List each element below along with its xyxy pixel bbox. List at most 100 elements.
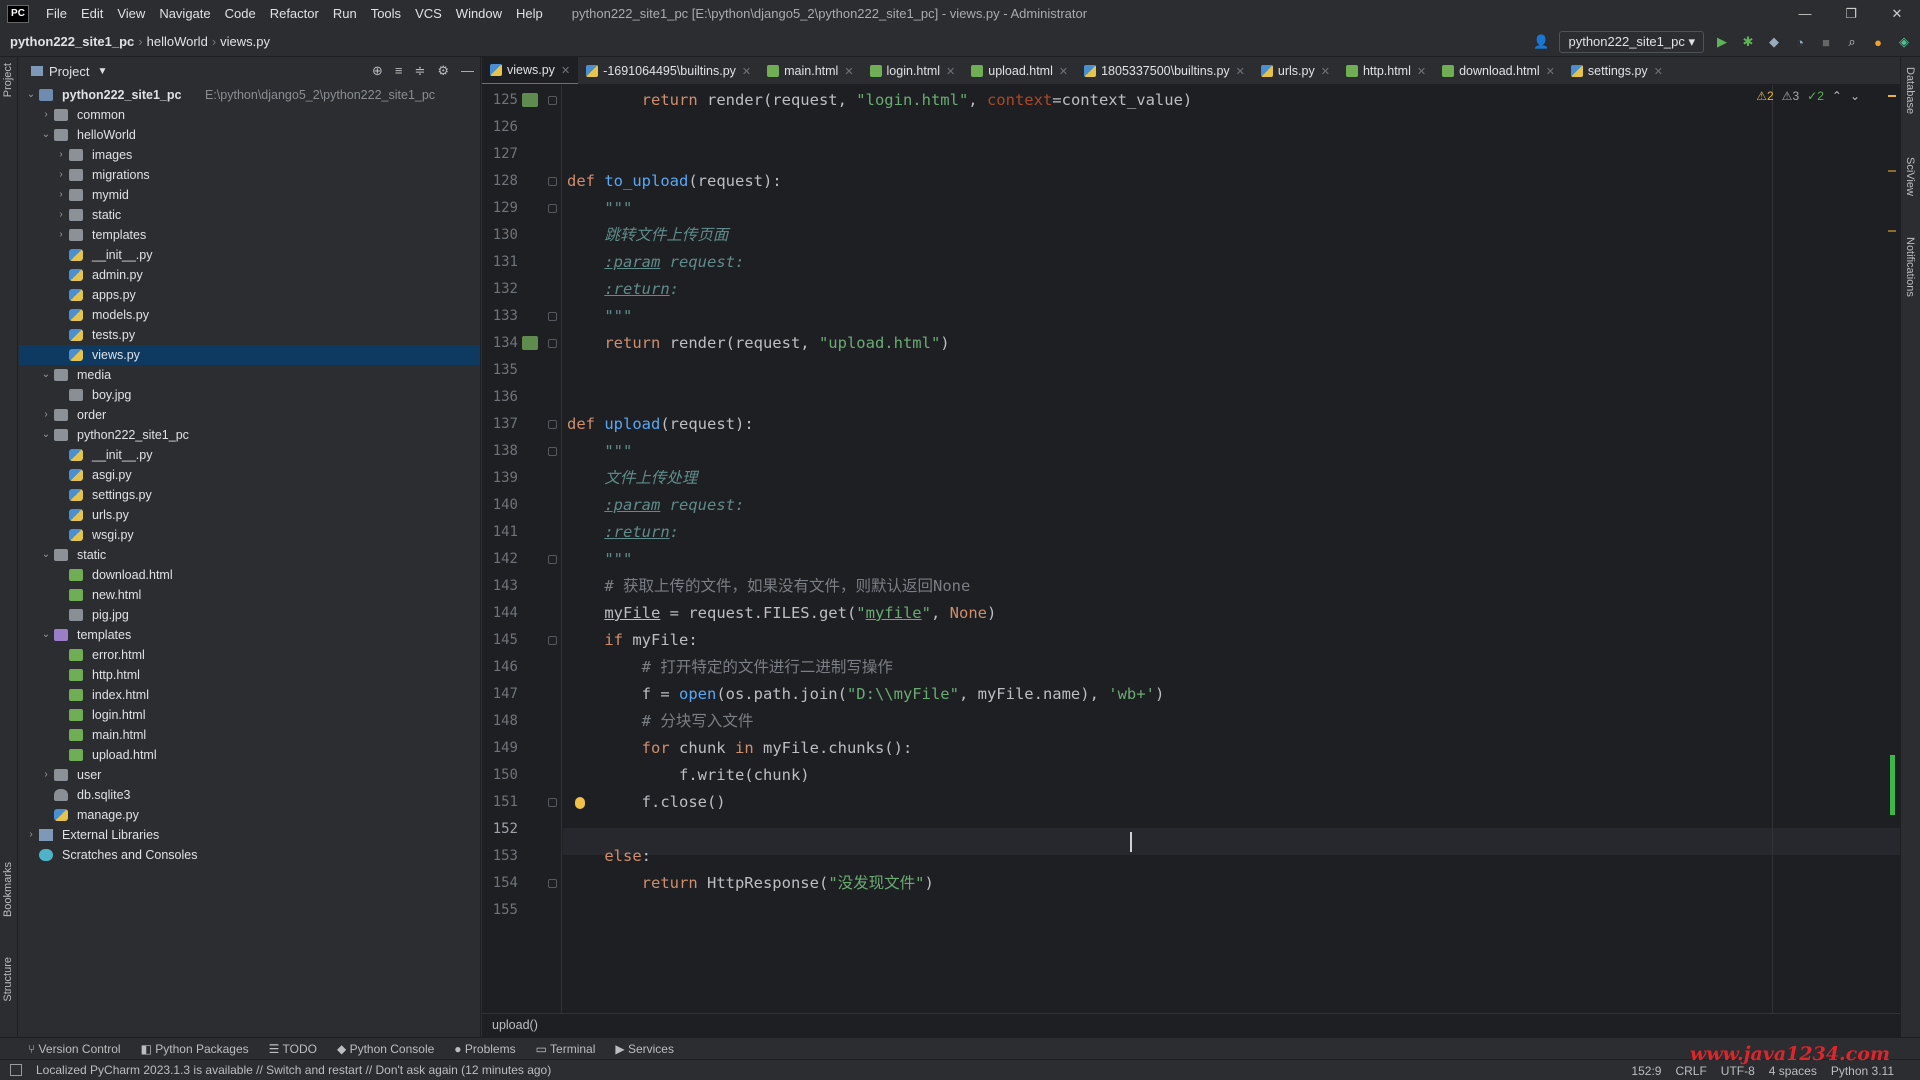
fold-marker-icon[interactable] — [548, 339, 557, 348]
profile-icon[interactable]: ◔ — [1792, 34, 1808, 50]
caret-position[interactable]: 152:9 — [1631, 1064, 1661, 1078]
tree-item[interactable]: › static — [19, 205, 480, 225]
expand-all-icon[interactable]: ≡ — [395, 63, 403, 79]
tree-item[interactable]: urls.py — [19, 505, 480, 525]
tree-item[interactable]: manage.py — [19, 805, 480, 825]
tree-item[interactable]: __init__.py — [19, 245, 480, 265]
tree-item[interactable]: main.html — [19, 725, 480, 745]
tree-item[interactable]: boy.jpg — [19, 385, 480, 405]
editor-tab[interactable]: -1691064495\builtins.py ✕ — [578, 57, 759, 84]
tree-item[interactable]: db.sqlite3 — [19, 785, 480, 805]
tree-item[interactable]: __init__.py — [19, 445, 480, 465]
code-line[interactable]: return HttpResponse("没发现文件") — [567, 870, 934, 897]
file-encoding[interactable]: UTF-8 — [1721, 1064, 1755, 1078]
close-icon[interactable]: ✕ — [561, 64, 570, 77]
chevron-down-icon[interactable]: ⌄ — [1850, 89, 1860, 103]
tree-item[interactable]: asgi.py — [19, 465, 480, 485]
tree-item[interactable]: Scratches and Consoles — [19, 845, 480, 865]
tree-item[interactable]: › order — [19, 405, 480, 425]
chevron-down-icon[interactable]: ⌄ — [40, 545, 52, 565]
vcs-user-icon[interactable]: 👤 — [1533, 34, 1549, 50]
tree-item[interactable]: settings.py — [19, 485, 480, 505]
close-icon[interactable]: ✕ — [1417, 65, 1426, 78]
code-line[interactable]: f.close() — [567, 789, 726, 816]
tree-item[interactable]: index.html — [19, 685, 480, 705]
close-icon[interactable]: ✕ — [1236, 65, 1245, 78]
tree-item[interactable]: › user — [19, 765, 480, 785]
tree-item[interactable]: pig.jpg — [19, 605, 480, 625]
scroll-thumb[interactable] — [1890, 755, 1895, 815]
tool-window-python-packages[interactable]: ◧ Python Packages — [141, 1042, 249, 1056]
chevron-right-icon[interactable]: › — [40, 105, 52, 125]
fold-marker-icon[interactable] — [548, 177, 557, 186]
code-line[interactable]: """ — [567, 546, 632, 573]
fold-marker-icon[interactable] — [548, 420, 557, 429]
code-line[interactable]: """ — [567, 438, 632, 465]
code-line[interactable]: :return: — [567, 276, 679, 303]
tree-item[interactable]: wsgi.py — [19, 525, 480, 545]
tree-item[interactable]: views.py — [19, 345, 480, 365]
tool-window-services[interactable]: ▶ Services — [615, 1042, 674, 1056]
chevron-down-icon[interactable]: ⌄ — [40, 625, 52, 645]
editor-scrollbar[interactable] — [1888, 85, 1896, 1013]
fold-marker-icon[interactable] — [548, 636, 557, 645]
tree-item[interactable]: › images — [19, 145, 480, 165]
stop-icon[interactable]: ■ — [1818, 34, 1834, 50]
tree-item[interactable]: › External Libraries — [19, 825, 480, 845]
chevron-right-icon[interactable]: › — [25, 825, 37, 845]
code-line[interactable]: """ — [567, 195, 632, 222]
tree-item[interactable]: ⌄ templates — [19, 625, 480, 645]
editor-tab[interactable]: http.html ✕ — [1338, 57, 1434, 84]
structure-tool-button[interactable]: Structure — [2, 957, 14, 1002]
editor-tab[interactable]: settings.py ✕ — [1563, 57, 1671, 84]
restore-icon[interactable]: ❐ — [1828, 0, 1874, 27]
tree-item[interactable]: ⌄ media — [19, 365, 480, 385]
collapse-all-icon[interactable]: ≑ — [414, 63, 425, 79]
gear-icon[interactable]: ⚙ — [437, 63, 449, 79]
code-line[interactable]: else: — [567, 843, 651, 870]
chevron-down-icon[interactable]: ▼ — [97, 66, 107, 77]
code-line[interactable]: # 获取上传的文件，如果没有文件，则默认返回None — [567, 573, 970, 600]
tree-item[interactable]: tests.py — [19, 325, 480, 345]
tree-item[interactable]: › migrations — [19, 165, 480, 185]
code-line[interactable]: if myFile: — [567, 627, 697, 654]
tree-item[interactable]: upload.html — [19, 745, 480, 765]
close-icon[interactable]: ✕ — [1059, 65, 1068, 78]
code-line[interactable]: def to_upload(request): — [567, 168, 782, 195]
chevron-right-icon[interactable]: › — [55, 225, 67, 245]
chevron-right-icon[interactable]: › — [55, 145, 67, 165]
fold-marker-icon[interactable] — [548, 555, 557, 564]
close-icon[interactable]: ✕ — [946, 65, 955, 78]
chevron-down-icon[interactable]: ⌄ — [40, 125, 52, 145]
menu-item-view[interactable]: View — [110, 6, 152, 21]
tool-window-python-console[interactable]: ◆ Python Console — [337, 1042, 434, 1056]
tree-item[interactable]: new.html — [19, 585, 480, 605]
code-line[interactable]: """ — [567, 303, 632, 330]
code-editor[interactable]: 125 126 127 128 129 130 131 132 133 134 135 136 137 1… — [482, 85, 1900, 1013]
breadcrumb-module[interactable]: helloWorld — [147, 34, 208, 49]
fold-marker-icon[interactable] — [548, 204, 557, 213]
chevron-up-icon[interactable]: ⌃ — [1832, 89, 1842, 103]
close-icon[interactable]: ✕ — [1321, 65, 1330, 78]
chevron-right-icon[interactable]: › — [40, 405, 52, 425]
close-icon[interactable]: ✕ — [1654, 65, 1663, 78]
tool-window-terminal[interactable]: ▭ Terminal — [536, 1042, 596, 1056]
editor-breadcrumb[interactable]: upload() — [482, 1013, 1900, 1037]
code-line[interactable]: return render(request, "upload.html") — [567, 330, 949, 357]
tree-root[interactable]: ⌄ python222_site1_pc E:\python\django5_2… — [19, 85, 480, 105]
menu-item-vcs[interactable]: VCS — [408, 6, 449, 21]
menu-item-window[interactable]: Window — [449, 6, 509, 21]
chevron-right-icon[interactable]: › — [55, 185, 67, 205]
close-icon[interactable]: ✕ — [1546, 65, 1555, 78]
code-line[interactable]: # 分块写入文件 — [567, 708, 754, 735]
debug-icon[interactable]: ✱ — [1740, 34, 1756, 50]
chevron-down-icon[interactable]: ⌄ — [40, 365, 52, 385]
tree-item[interactable]: ⌄ static — [19, 545, 480, 565]
tool-window-version-control[interactable]: ⑂ Version Control — [28, 1042, 121, 1056]
tree-item[interactable]: admin.py — [19, 265, 480, 285]
code-line[interactable]: 跳转文件上传页面 — [567, 222, 728, 249]
tree-item[interactable]: apps.py — [19, 285, 480, 305]
code-line[interactable]: for chunk in myFile.chunks(): — [567, 735, 913, 762]
tool-window-todo[interactable]: ☰ TODO — [269, 1042, 317, 1056]
database-tool-button[interactable]: Database — [1904, 67, 1916, 114]
